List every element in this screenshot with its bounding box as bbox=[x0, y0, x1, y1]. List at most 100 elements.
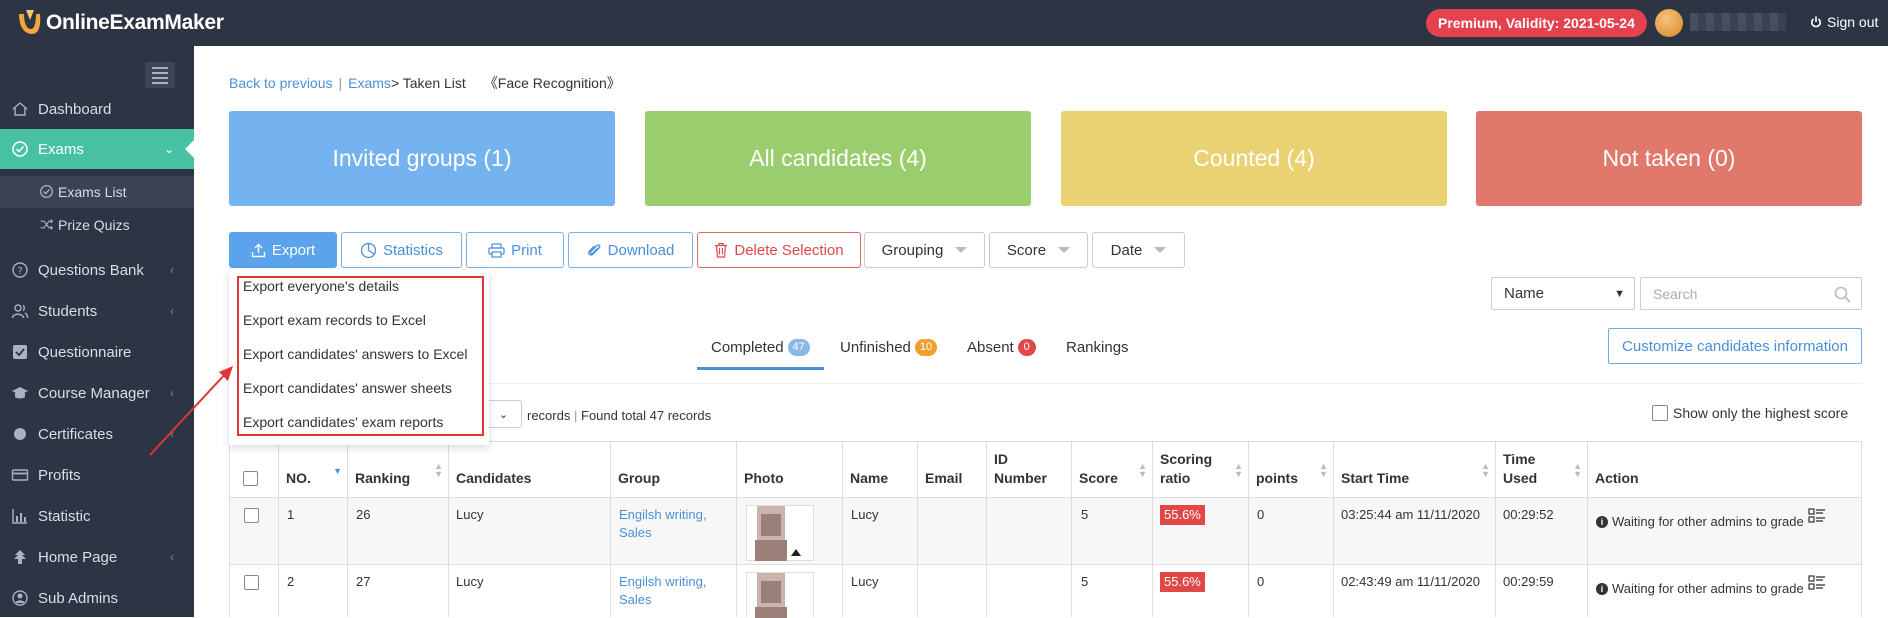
statistics-button[interactable]: Statistics bbox=[341, 232, 462, 268]
sidebar-item-label: Students bbox=[38, 302, 98, 320]
highest-score-filter[interactable]: Show only the highest score bbox=[1652, 405, 1848, 421]
brand-logo[interactable]: OnlineExamMaker bbox=[14, 8, 224, 38]
select-all-checkbox[interactable] bbox=[243, 471, 258, 486]
records-summary: records | Found total 47 records bbox=[527, 408, 712, 423]
breadcrumb: Back to previous | Exams > Taken List 《F… bbox=[229, 73, 621, 93]
column-header-photo: Photo bbox=[744, 470, 784, 486]
score-label: Score bbox=[1006, 241, 1047, 259]
cell-points: 0 bbox=[1257, 507, 1265, 522]
invited-groups-card[interactable]: Invited groups (1) bbox=[229, 111, 615, 206]
row-checkbox[interactable] bbox=[244, 508, 259, 523]
export-button[interactable]: Export bbox=[229, 232, 337, 268]
print-button[interactable]: Print bbox=[466, 232, 564, 268]
sign-out-link[interactable]: Sign out bbox=[1810, 14, 1878, 30]
grouping-dropdown[interactable]: Grouping bbox=[864, 232, 985, 268]
column-header-email: Email bbox=[925, 470, 963, 486]
statistics-label: Statistics bbox=[382, 241, 443, 259]
grouping-label: Grouping bbox=[881, 241, 944, 259]
sort-desc-icon: ▼ bbox=[333, 466, 342, 476]
sidebar-subitem-exams-list[interactable]: Exams List bbox=[0, 176, 194, 208]
details-list-icon[interactable] bbox=[1808, 507, 1826, 525]
sidebar-item-students[interactable]: Students ‹ bbox=[0, 291, 194, 331]
column-header-scoring-ratio[interactable]: Scoring ratio ▲ ▼ bbox=[1152, 441, 1248, 498]
cell-time-used: 00:29:52 bbox=[1503, 507, 1554, 522]
sidebar-subitem-prize-quizs[interactable]: Prize Quizs bbox=[0, 209, 194, 241]
trash-icon bbox=[715, 242, 728, 258]
delete-selection-button[interactable]: Delete Selection bbox=[697, 232, 861, 268]
counted-card[interactable]: Counted (4) bbox=[1061, 111, 1447, 206]
all-candidates-card[interactable]: All candidates (4) bbox=[645, 111, 1031, 206]
cell-no: 1 bbox=[287, 507, 295, 522]
sidebar-item-home-page[interactable]: Home Page ‹ bbox=[0, 537, 194, 577]
sidebar-item-label: Certificates bbox=[38, 425, 114, 443]
tab-label: Rankings bbox=[1066, 339, 1129, 356]
chevron-down-icon: ⌄ bbox=[163, 142, 174, 156]
sidebar-item-label: Course Manager bbox=[38, 384, 150, 402]
print-label: Print bbox=[511, 241, 542, 259]
cell-group[interactable]: Engilsh writing, Sales bbox=[619, 573, 719, 609]
not-taken-card[interactable]: Not taken (0) bbox=[1476, 111, 1862, 206]
breadcrumb-exams-link[interactable]: Exams bbox=[348, 75, 391, 91]
brand-name: OnlineExamMaker bbox=[46, 11, 224, 34]
info-icon: i bbox=[1596, 583, 1608, 595]
records-label: records bbox=[527, 408, 571, 423]
column-header-points[interactable]: points ▲ ▼ bbox=[1248, 441, 1333, 498]
column-header-score[interactable]: Score ▲ ▼ bbox=[1071, 441, 1152, 498]
card-label: All candidates (4) bbox=[749, 145, 927, 171]
customize-candidates-button[interactable]: Customize candidates information bbox=[1608, 328, 1862, 364]
search-input[interactable]: Search bbox=[1640, 277, 1862, 310]
column-header-start-time[interactable]: Start Time ▲ ▼ bbox=[1333, 441, 1495, 498]
check-circle-icon bbox=[12, 141, 28, 157]
sort-icon: ▲ ▼ bbox=[1481, 461, 1490, 479]
tab-rankings[interactable]: Rankings bbox=[1066, 339, 1129, 356]
highest-score-checkbox[interactable] bbox=[1652, 405, 1668, 421]
cell-group[interactable]: Engilsh writing, Sales bbox=[619, 506, 719, 542]
avatar[interactable] bbox=[1655, 9, 1683, 37]
paperclip-icon bbox=[587, 244, 601, 256]
tab-absent[interactable]: Absent 0 bbox=[967, 339, 1036, 356]
check-circle-icon bbox=[40, 185, 53, 198]
details-list-icon[interactable] bbox=[1808, 574, 1826, 592]
active-tab-indicator bbox=[697, 367, 824, 370]
sidebar-toggle-icon[interactable] bbox=[145, 62, 175, 88]
sort-icon: ▲ ▼ bbox=[1138, 461, 1147, 479]
search-icon[interactable] bbox=[1834, 286, 1851, 303]
sidebar-item-profits[interactable]: Profits bbox=[0, 455, 194, 495]
column-header-candidates: Candidates bbox=[456, 470, 532, 486]
sidebar-item-dashboard[interactable]: Dashboard bbox=[0, 89, 194, 129]
row-checkbox[interactable] bbox=[244, 575, 259, 590]
search-field-select[interactable]: Name ▼ bbox=[1491, 277, 1635, 310]
cell-score: 5 bbox=[1081, 574, 1089, 589]
tab-label: Completed bbox=[711, 339, 784, 356]
sidebar-item-sub-admins[interactable]: Sub Admins bbox=[0, 578, 194, 618]
cell-candidate[interactable]: Lucy bbox=[456, 573, 483, 591]
sidebar-item-questions-bank[interactable]: ? Questions Bank ‹ bbox=[0, 250, 194, 290]
tab-unfinished[interactable]: Unfinished 10 bbox=[840, 339, 938, 356]
caret-down-icon bbox=[955, 247, 968, 253]
premium-badge[interactable]: Premium, Validity: 2021-05-24 bbox=[1426, 9, 1647, 37]
tab-completed[interactable]: Completed 47 bbox=[711, 339, 810, 356]
sidebar-item-label: Questionnaire bbox=[38, 343, 132, 361]
candidate-photo[interactable] bbox=[746, 505, 814, 561]
info-icon: i bbox=[1596, 516, 1608, 528]
breadcrumb-separator: | bbox=[338, 75, 343, 91]
sidebar-item-statistic[interactable]: Statistic bbox=[0, 496, 194, 536]
breadcrumb-current: > Taken List bbox=[390, 75, 466, 91]
column-header-ranking[interactable]: Ranking ▲ ▼ bbox=[347, 441, 448, 498]
page-size-select[interactable]: ⌄ bbox=[486, 400, 522, 428]
candidate-photo[interactable] bbox=[746, 572, 814, 618]
sidebar-item-exams[interactable]: Exams ⌄ bbox=[0, 129, 194, 169]
date-dropdown[interactable]: Date bbox=[1092, 232, 1185, 268]
download-button[interactable]: Download bbox=[568, 232, 693, 268]
sort-icon: ▲ ▼ bbox=[1573, 461, 1582, 479]
column-header-no[interactable]: NO. ▼ bbox=[278, 441, 347, 498]
sub-admin-icon bbox=[12, 590, 28, 606]
score-dropdown[interactable]: Score bbox=[989, 232, 1088, 268]
card-label: Not taken (0) bbox=[1602, 145, 1736, 171]
blurred-username bbox=[1690, 13, 1786, 31]
cell-candidate[interactable]: Lucy bbox=[456, 506, 483, 524]
cell-name: Lucy bbox=[851, 574, 879, 589]
column-header-time-used[interactable]: Time Used ▲ ▼ bbox=[1495, 441, 1587, 498]
highlight-box bbox=[237, 276, 484, 436]
back-to-previous-link[interactable]: Back to previous bbox=[229, 75, 333, 91]
